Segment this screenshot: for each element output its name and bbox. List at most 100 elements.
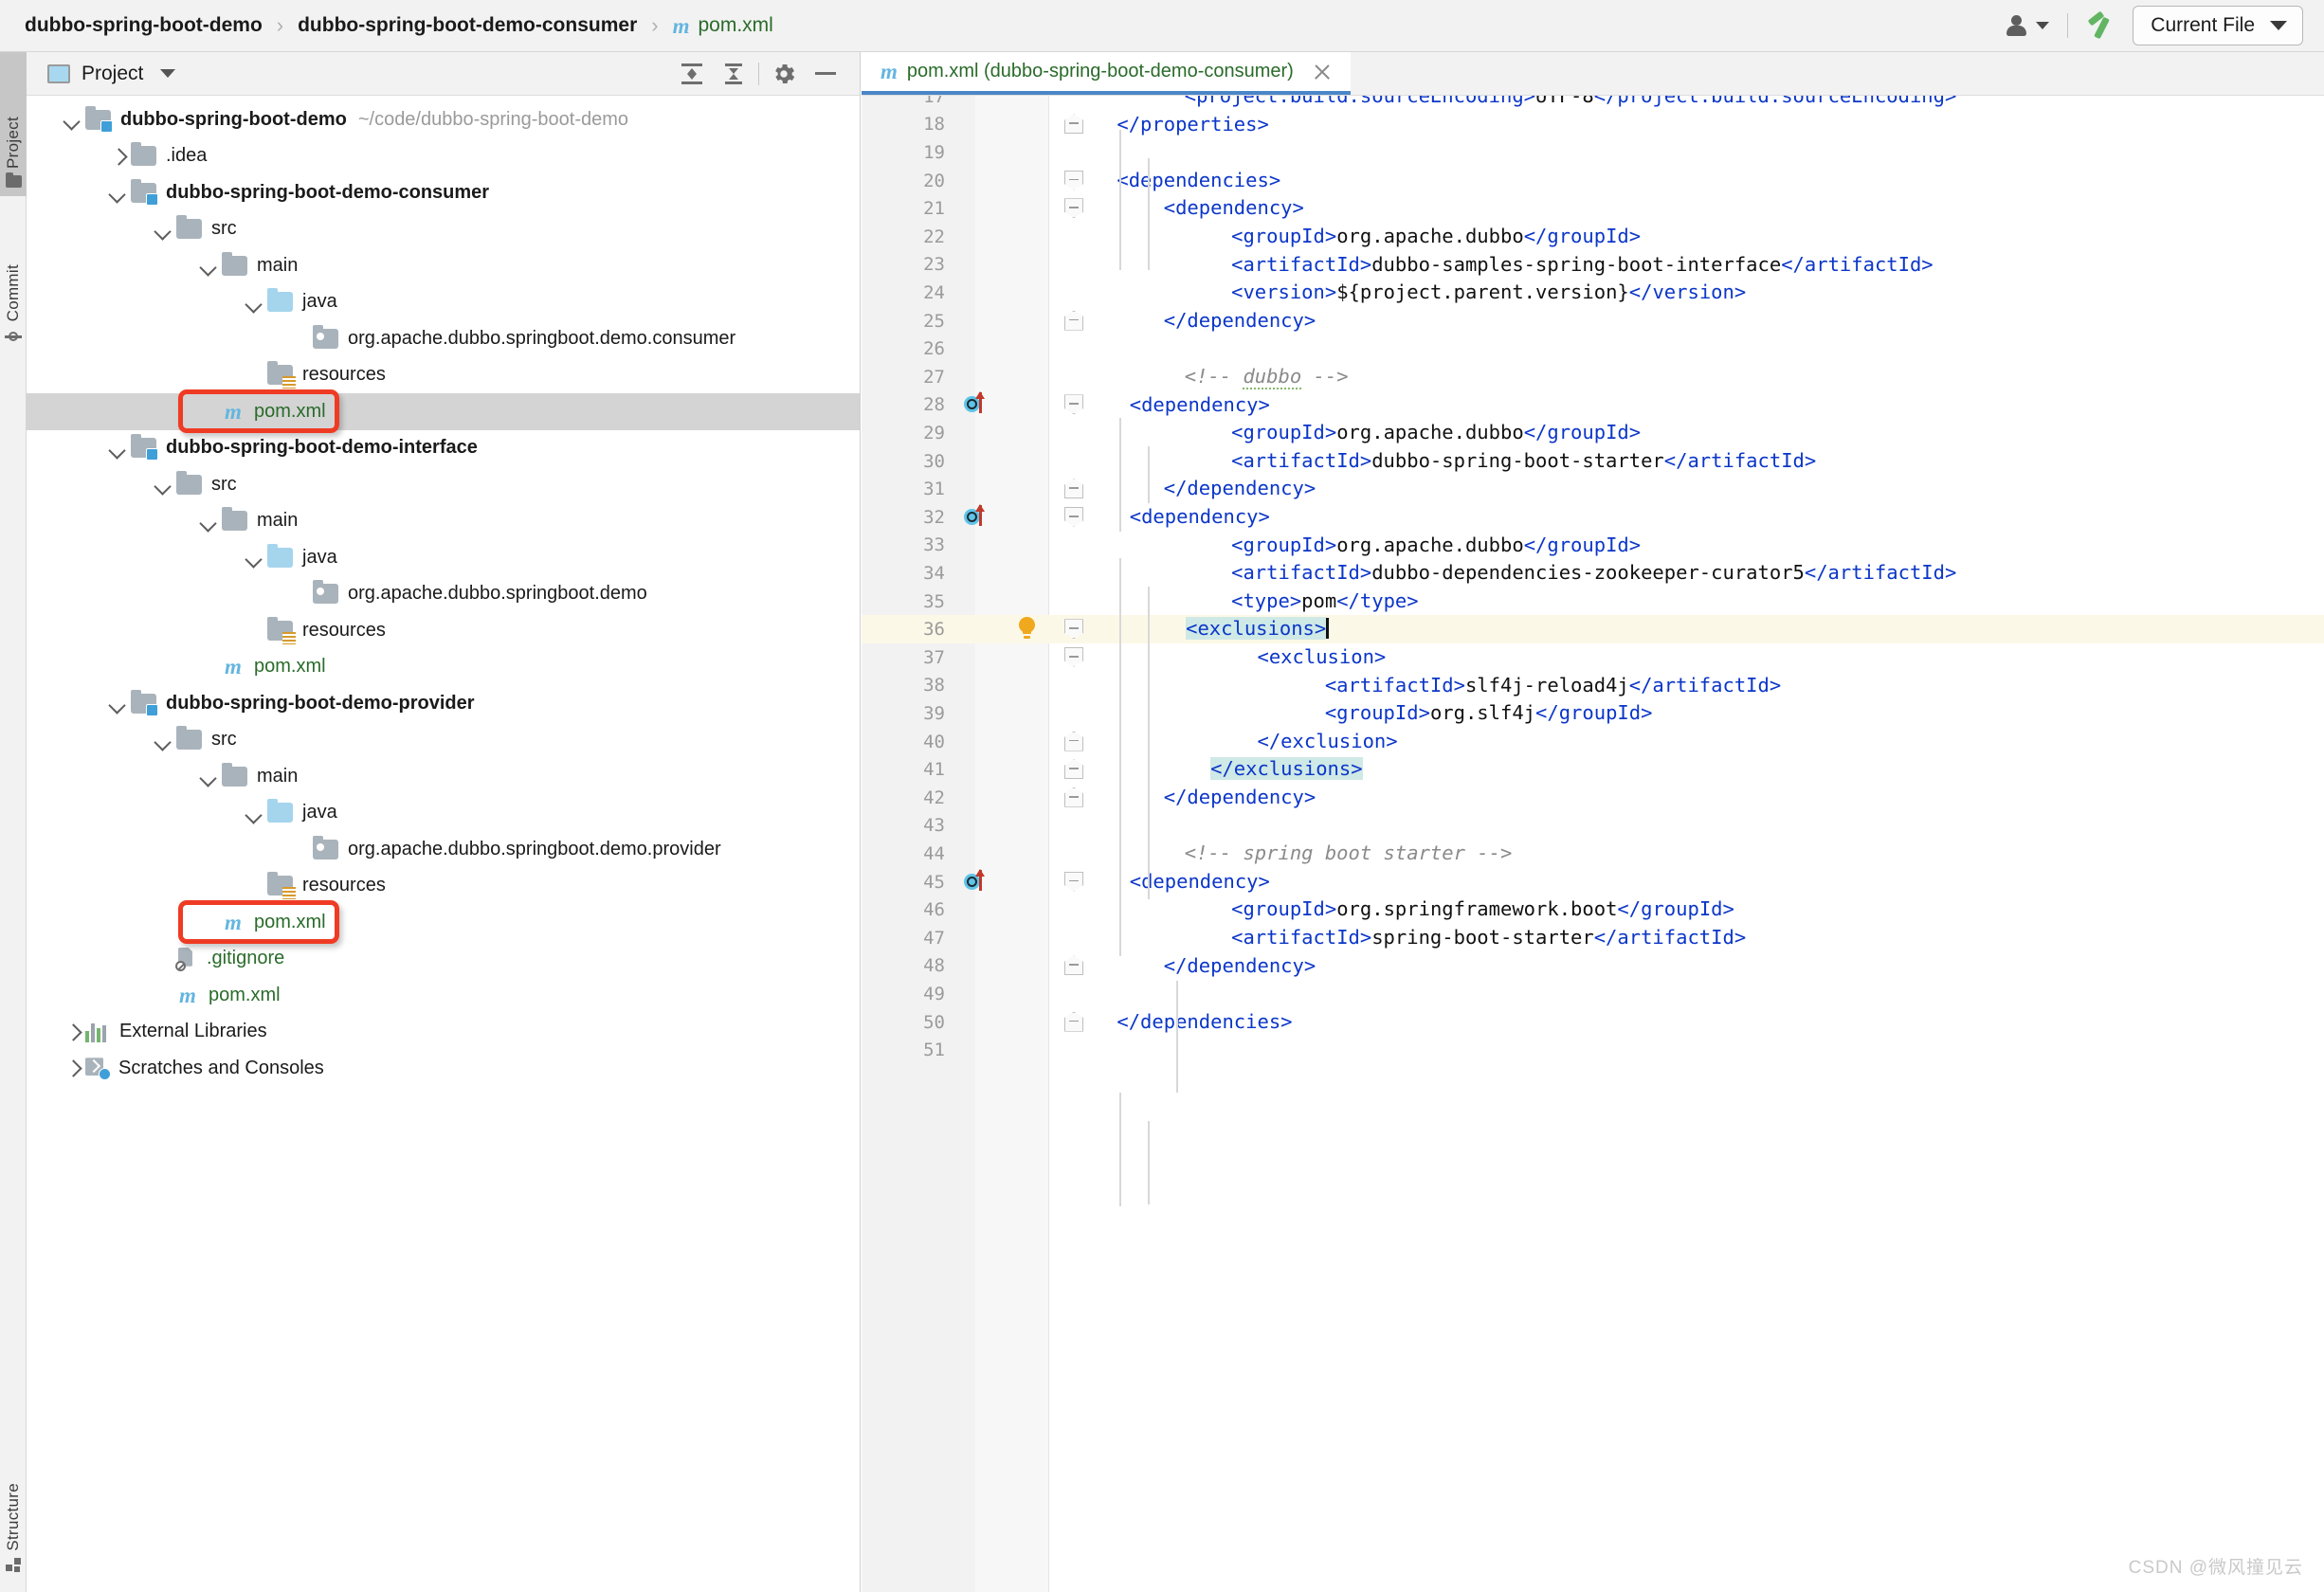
code-line[interactable]: 50 </dependencies> xyxy=(862,1008,2324,1037)
tree-item[interactable]: External Libraries xyxy=(27,1014,860,1051)
code-line[interactable]: 51 xyxy=(862,1036,2324,1064)
gear-icon[interactable] xyxy=(763,55,805,93)
tree-item[interactable]: org.apache.dubbo.springboot.demo xyxy=(27,576,860,613)
project-panel-title: Project xyxy=(82,63,143,85)
tree-item[interactable]: java xyxy=(27,539,860,576)
tree-item-label: java xyxy=(302,291,337,313)
tree-item[interactable]: org.apache.dubbo.springboot.demo.consume… xyxy=(27,320,860,357)
code-line[interactable]: 30 <artifactId>dubbo-spring-boot-starter… xyxy=(862,447,2324,476)
close-icon[interactable] xyxy=(1311,61,1334,83)
tree-item[interactable]: src xyxy=(27,211,860,248)
tree-item-label: src xyxy=(211,729,237,751)
sidebar-tab-project[interactable]: Project xyxy=(0,52,27,196)
chevron-down-icon[interactable] xyxy=(160,69,175,78)
tree-item[interactable]: dubbo-spring-boot-demo-provider xyxy=(27,685,860,722)
tree-item[interactable]: dubbo-spring-boot-demo~/code/dubbo-sprin… xyxy=(27,101,860,138)
tree-item[interactable]: mpom.xml xyxy=(27,977,860,1014)
breadcrumb-item-project[interactable]: dubbo-spring-boot-demo xyxy=(23,14,264,37)
tree-item[interactable]: main xyxy=(27,247,860,284)
code-line[interactable]: 48 </dependency> xyxy=(862,952,2324,981)
indent-guide xyxy=(1148,158,1150,270)
tree-item[interactable]: mpom.xml xyxy=(27,904,860,941)
tree-item-label: resources xyxy=(302,875,386,896)
breadcrumb-separator-icon: › xyxy=(264,13,296,38)
tree-item[interactable]: java xyxy=(27,284,860,321)
collapse-all-icon[interactable] xyxy=(713,55,754,93)
line-number: 40 xyxy=(862,732,960,752)
code-line[interactable]: 23 <artifactId>dubbo-samples-spring-boot… xyxy=(862,251,2324,280)
code-line[interactable]: 24 <version>${project.parent.version}</v… xyxy=(862,279,2324,307)
code-line[interactable]: 36 <exclusions> xyxy=(862,615,2324,643)
tree-item[interactable]: .gitignore xyxy=(27,941,860,978)
line-number: 34 xyxy=(862,563,960,584)
hide-panel-icon[interactable] xyxy=(805,55,846,93)
tree-item[interactable]: .idea xyxy=(27,138,860,175)
line-number: 18 xyxy=(862,114,960,135)
code-line[interactable]: 20 <dependencies> xyxy=(862,167,2324,195)
code-line[interactable]: 47 <artifactId>spring-boot-starter</arti… xyxy=(862,924,2324,952)
tree-item[interactable]: Scratches and Consoles xyxy=(27,1050,860,1087)
tree-item-label: resources xyxy=(302,364,386,386)
tree-item[interactable]: src xyxy=(27,466,860,503)
sidebar-tab-structure[interactable]: Structure xyxy=(0,1410,27,1581)
code-editor[interactable]: 17 <project.build.sourceEncoding>UTF-8</… xyxy=(862,96,2324,1592)
code-line[interactable]: 38 <artifactId>slf4j-reload4j</artifactI… xyxy=(862,672,2324,700)
code-line[interactable]: 21 <dependency> xyxy=(862,194,2324,223)
code-line[interactable]: 29 <groupId>org.apache.dubbo</groupId> xyxy=(862,419,2324,447)
code-line[interactable]: 44 <!-- spring boot starter --> xyxy=(862,840,2324,868)
code-line[interactable]: 46 <groupId>org.springframework.boot</gr… xyxy=(862,896,2324,924)
code-line[interactable]: 37 <exclusion> xyxy=(862,643,2324,672)
code-line[interactable]: 35 <type>pom</type> xyxy=(862,588,2324,616)
breadcrumb-item-file[interactable]: m pom.xml xyxy=(671,14,775,37)
code-line[interactable]: 45 <dependency> xyxy=(862,868,2324,896)
code-text: <groupId>org.slf4j</groupId> xyxy=(1091,699,1652,728)
tree-item-label: main xyxy=(257,255,298,277)
dependency-gutter-icon[interactable] xyxy=(964,870,998,895)
editor-tab-pom-xml[interactable]: m pom.xml (dubbo-spring-boot-demo-consum… xyxy=(862,52,1351,95)
line-number: 42 xyxy=(862,787,960,808)
tree-item[interactable]: dubbo-spring-boot-demo-interface xyxy=(27,430,860,467)
tree-item[interactable]: resources xyxy=(27,868,860,905)
code-line[interactable]: 17 <project.build.sourceEncoding>UTF-8</… xyxy=(862,96,2324,111)
tree-item[interactable]: resources xyxy=(27,357,860,394)
code-line[interactable]: 25 </dependency> xyxy=(862,307,2324,335)
code-line[interactable]: 26 xyxy=(862,335,2324,363)
code-line[interactable]: 22 <groupId>org.apache.dubbo</groupId> xyxy=(862,223,2324,251)
code-line[interactable]: 18 </properties> xyxy=(862,111,2324,139)
code-line[interactable]: 39 <groupId>org.slf4j</groupId> xyxy=(862,699,2324,728)
tree-item[interactable]: java xyxy=(27,795,860,832)
tree-item[interactable]: src xyxy=(27,722,860,759)
tree-item[interactable]: main xyxy=(27,503,860,540)
code-line[interactable]: 34 <artifactId>dubbo-dependencies-zookee… xyxy=(862,559,2324,588)
tree-item[interactable]: main xyxy=(27,758,860,795)
code-line[interactable]: 40 </exclusion> xyxy=(862,728,2324,756)
project-panel-icon xyxy=(47,64,70,83)
code-line[interactable]: 42 </dependency> xyxy=(862,784,2324,812)
dependency-gutter-icon[interactable] xyxy=(964,505,998,530)
intention-bulb-icon[interactable] xyxy=(1015,617,1040,642)
code-line[interactable]: 31 </dependency> xyxy=(862,475,2324,503)
code-line[interactable]: 43 xyxy=(862,812,2324,841)
hammer-build-icon[interactable] xyxy=(2078,7,2123,45)
dependency-gutter-icon[interactable] xyxy=(964,392,998,417)
tree-item[interactable]: dubbo-spring-boot-demo-consumer xyxy=(27,174,860,211)
tree-item-label: dubbo-spring-boot-demo-consumer xyxy=(166,182,489,204)
expand-all-icon[interactable] xyxy=(671,55,713,93)
tree-item[interactable]: org.apache.dubbo.springboot.demo.provide… xyxy=(27,831,860,868)
code-line[interactable]: 27 <!-- dubbo --> xyxy=(862,363,2324,391)
scope-current-file-button[interactable]: Current File xyxy=(2133,6,2303,45)
tree-item-label: org.apache.dubbo.springboot.demo xyxy=(348,583,647,605)
code-line[interactable]: 49 xyxy=(862,980,2324,1008)
code-line[interactable]: 19 xyxy=(862,138,2324,167)
code-line[interactable]: 28 <dependency> xyxy=(862,391,2324,420)
code-line[interactable]: 41 </exclusions> xyxy=(862,755,2324,784)
code-line[interactable]: 33 <groupId>org.apache.dubbo</groupId> xyxy=(862,532,2324,560)
code-line[interactable]: 32 <dependency> xyxy=(862,503,2324,532)
line-number: 29 xyxy=(862,423,960,443)
tree-item[interactable]: mpom.xml xyxy=(27,649,860,686)
breadcrumb-item-module[interactable]: dubbo-spring-boot-demo-consumer xyxy=(296,14,639,37)
tree-item[interactable]: mpom.xml xyxy=(27,393,860,430)
person-dropdown-icon[interactable] xyxy=(1998,7,2058,45)
tree-item[interactable]: resources xyxy=(27,612,860,649)
sidebar-tab-commit[interactable]: Commit xyxy=(0,202,27,353)
